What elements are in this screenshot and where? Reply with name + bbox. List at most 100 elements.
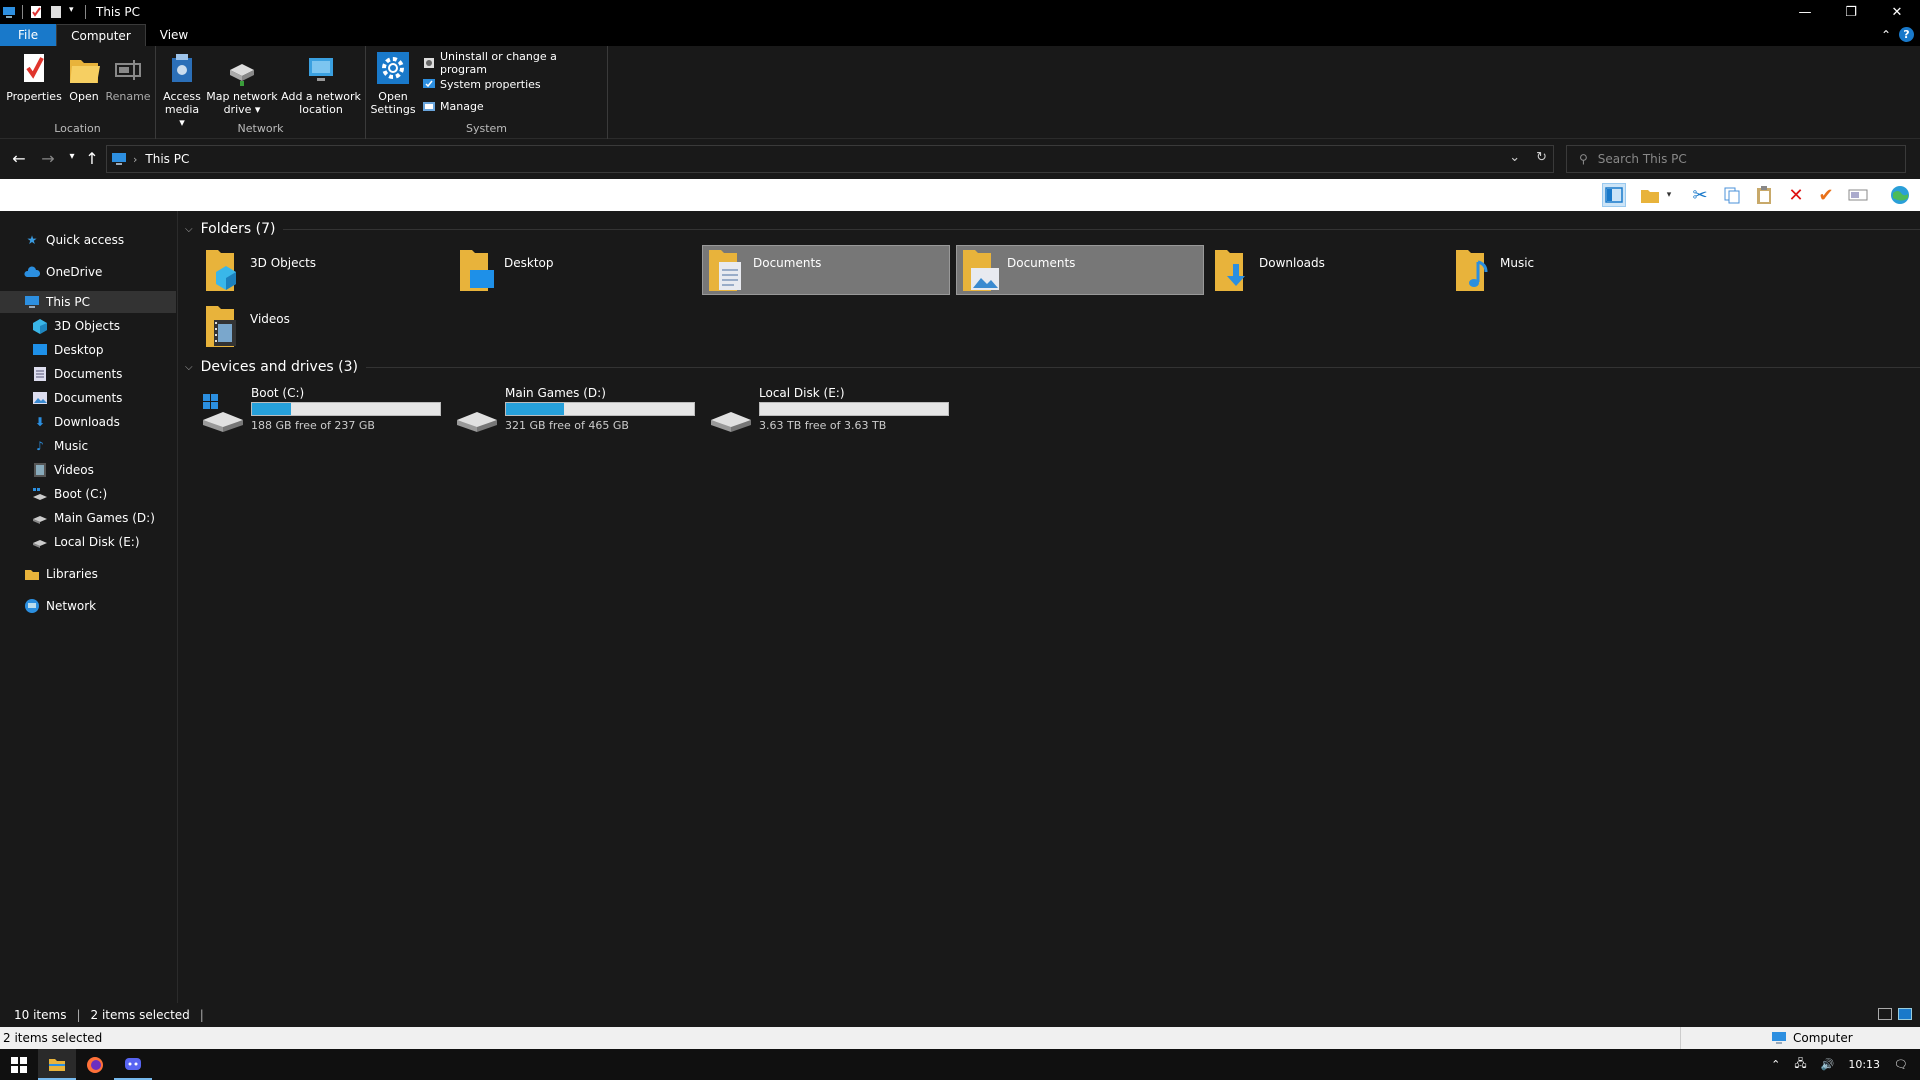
recent-locations-button[interactable]: ▾ <box>62 151 82 162</box>
nav-item-videos[interactable]: Videos <box>0 459 176 481</box>
globe-button[interactable] <box>1888 183 1912 207</box>
nav-item-downloads[interactable]: ⬇ Downloads <box>0 411 176 433</box>
delete-icon[interactable]: ✕ <box>1784 183 1808 207</box>
documents-icon <box>32 366 48 382</box>
up-button[interactable]: ↑ <box>82 149 102 168</box>
minimize-ribbon-icon[interactable]: ⌃ <box>1881 28 1891 42</box>
back-button[interactable]: ← <box>9 149 29 168</box>
nav-item-libraries[interactable]: Libraries <box>0 563 176 585</box>
breadcrumb-chevron-icon[interactable]: › <box>133 153 137 166</box>
folder-tile-documents[interactable]: Documents <box>702 245 950 295</box>
folder-tile-downloads[interactable]: Downloads <box>1209 246 1457 296</box>
nav-item-boot-c[interactable]: Boot (C:) <box>0 483 176 505</box>
rename-toolbar-icon <box>1848 189 1868 201</box>
manage-button[interactable]: Manage <box>422 97 484 115</box>
copy-icon <box>1724 187 1740 204</box>
nav-item-this-pc[interactable]: This PC <box>0 291 176 313</box>
folder-tile-3d-objects[interactable]: 3D Objects <box>200 246 448 296</box>
minimize-button[interactable]: — <box>1782 0 1828 24</box>
rename-button[interactable]: Rename <box>104 50 152 103</box>
system-properties-button[interactable]: System properties <box>422 75 541 93</box>
rename-icon <box>110 50 146 88</box>
map-network-drive-button[interactable]: Map network drive ▾ <box>206 50 278 116</box>
nav-item-quick-access[interactable]: ★ Quick access <box>0 229 176 251</box>
network-location-icon <box>303 50 339 88</box>
section-header-folders[interactable]: ⌵ Folders (7) <box>185 221 1920 237</box>
tab-view[interactable]: View <box>146 24 202 46</box>
uninstall-program-button[interactable]: Uninstall or change a program <box>422 50 607 76</box>
section-header-drives[interactable]: ⌵ Devices and drives (3) <box>185 359 1920 375</box>
address-row: ← → ▾ ↑ › This PC ⌄ ↻ ⚲ Search This PC <box>0 139 1920 179</box>
paste-button[interactable] <box>1752 183 1776 207</box>
breadcrumb-this-pc[interactable]: This PC <box>145 152 189 166</box>
preview-pane-button[interactable] <box>1602 183 1626 207</box>
preview-pane-icon <box>1605 187 1623 203</box>
cut-icon[interactable]: ✂ <box>1688 183 1712 207</box>
uninstall-icon <box>424 58 434 68</box>
action-center-icon[interactable]: 🗨 <box>1894 1058 1908 1071</box>
tab-file[interactable]: File <box>0 24 57 46</box>
properties-quick-icon[interactable] <box>29 5 43 19</box>
properties-icon <box>16 50 52 88</box>
command-toolbar: ▾ ✂ ✕ ✔ <box>0 179 1920 211</box>
forward-button[interactable]: → <box>38 149 58 168</box>
network-status-icon[interactable]: 🖧 <box>1794 1055 1806 1074</box>
start-button[interactable] <box>0 1049 38 1080</box>
nav-item-local-disk-e[interactable]: Local Disk (E:) <box>0 531 176 553</box>
rename-toolbar-button[interactable] <box>1846 183 1870 207</box>
copy-button[interactable] <box>1720 183 1744 207</box>
restore-button[interactable]: ❐ <box>1828 0 1874 24</box>
navigation-pane: ★ Quick access OneDrive This PC 3D Objec… <box>0 211 178 1003</box>
customize-dropdown-icon[interactable]: ▾ <box>69 5 79 19</box>
open-settings-button[interactable]: Open Settings <box>370 50 416 116</box>
folder-tile-music[interactable]: Music <box>1450 246 1698 296</box>
toolbar-dropdown-icon[interactable]: ▾ <box>1664 183 1674 207</box>
properties-button[interactable]: Properties <box>6 50 62 103</box>
nav-item-3d-objects[interactable]: 3D Objects <box>0 315 176 337</box>
drive-icon <box>32 510 48 526</box>
quick-access-toolbar: ▾ <box>0 0 92 24</box>
computer-icon <box>24 294 40 310</box>
taskbar-discord[interactable] <box>114 1049 152 1080</box>
section-divider <box>366 366 1920 368</box>
folder-tile-documents-pictures[interactable]: Documents <box>956 245 1204 295</box>
address-dropdown-icon[interactable]: ⌄ <box>1509 150 1520 165</box>
taskbar-firefox[interactable] <box>76 1049 114 1080</box>
nav-item-onedrive[interactable]: OneDrive <box>0 261 176 283</box>
new-folder-toolbar-button[interactable] <box>1638 183 1662 207</box>
folder-tile-desktop[interactable]: Desktop <box>454 246 702 296</box>
drive-tile-main-games-d[interactable]: Main Games (D:) 321 GB free of 465 GB <box>455 386 705 434</box>
nav-item-network[interactable]: Network <box>0 595 176 617</box>
search-input[interactable]: ⚲ Search This PC <box>1566 145 1906 173</box>
show-hidden-icons-icon[interactable]: ⌃ <box>1771 1058 1780 1071</box>
new-folder-quick-icon[interactable] <box>49 5 63 19</box>
nav-item-main-games-d[interactable]: Main Games (D:) <box>0 507 176 529</box>
access-media-button[interactable]: Access media ▾ <box>162 50 202 129</box>
open-button[interactable]: Open <box>64 50 104 103</box>
collapse-chevron-icon[interactable]: ⌵ <box>185 224 193 235</box>
help-icon[interactable]: ? <box>1899 27 1914 42</box>
drive-tile-boot-c[interactable]: Boot (C:) 188 GB free of 237 GB <box>201 386 451 434</box>
nav-item-documents-pictures[interactable]: Documents <box>0 387 176 409</box>
address-bar[interactable]: › This PC ⌄ ↻ <box>106 145 1554 173</box>
taskbar: ⌃ 🖧 🔊 10:13 🗨 <box>0 1049 1920 1080</box>
tab-computer[interactable]: Computer <box>56 24 146 46</box>
refresh-icon[interactable]: ↻ <box>1536 150 1547 165</box>
add-network-location-button[interactable]: Add a network location <box>280 50 362 116</box>
clock[interactable]: 10:13 <box>1848 1058 1880 1071</box>
folder-tile-videos[interactable]: Videos <box>200 302 448 352</box>
nav-item-documents[interactable]: Documents <box>0 363 176 385</box>
volume-icon[interactable]: 🔊 <box>1821 1058 1835 1071</box>
bottom-selected-count: 2 items selected <box>3 1031 103 1045</box>
properties-check-icon[interactable]: ✔ <box>1814 183 1838 207</box>
taskbar-file-explorer[interactable] <box>38 1049 76 1080</box>
window-title: This PC <box>96 5 140 19</box>
nav-item-desktop[interactable]: Desktop <box>0 339 176 361</box>
nav-item-music[interactable]: ♪ Music <box>0 435 176 457</box>
drive-tile-local-disk-e[interactable]: Local Disk (E:) 3.63 TB free of 3.63 TB <box>709 386 959 434</box>
close-button[interactable]: ✕ <box>1874 0 1920 24</box>
details-view-icon[interactable] <box>1878 1008 1892 1020</box>
window-controls: — ❐ ✕ <box>1782 0 1920 24</box>
collapse-chevron-icon[interactable]: ⌵ <box>185 362 193 373</box>
large-icons-view-icon[interactable] <box>1898 1008 1912 1020</box>
